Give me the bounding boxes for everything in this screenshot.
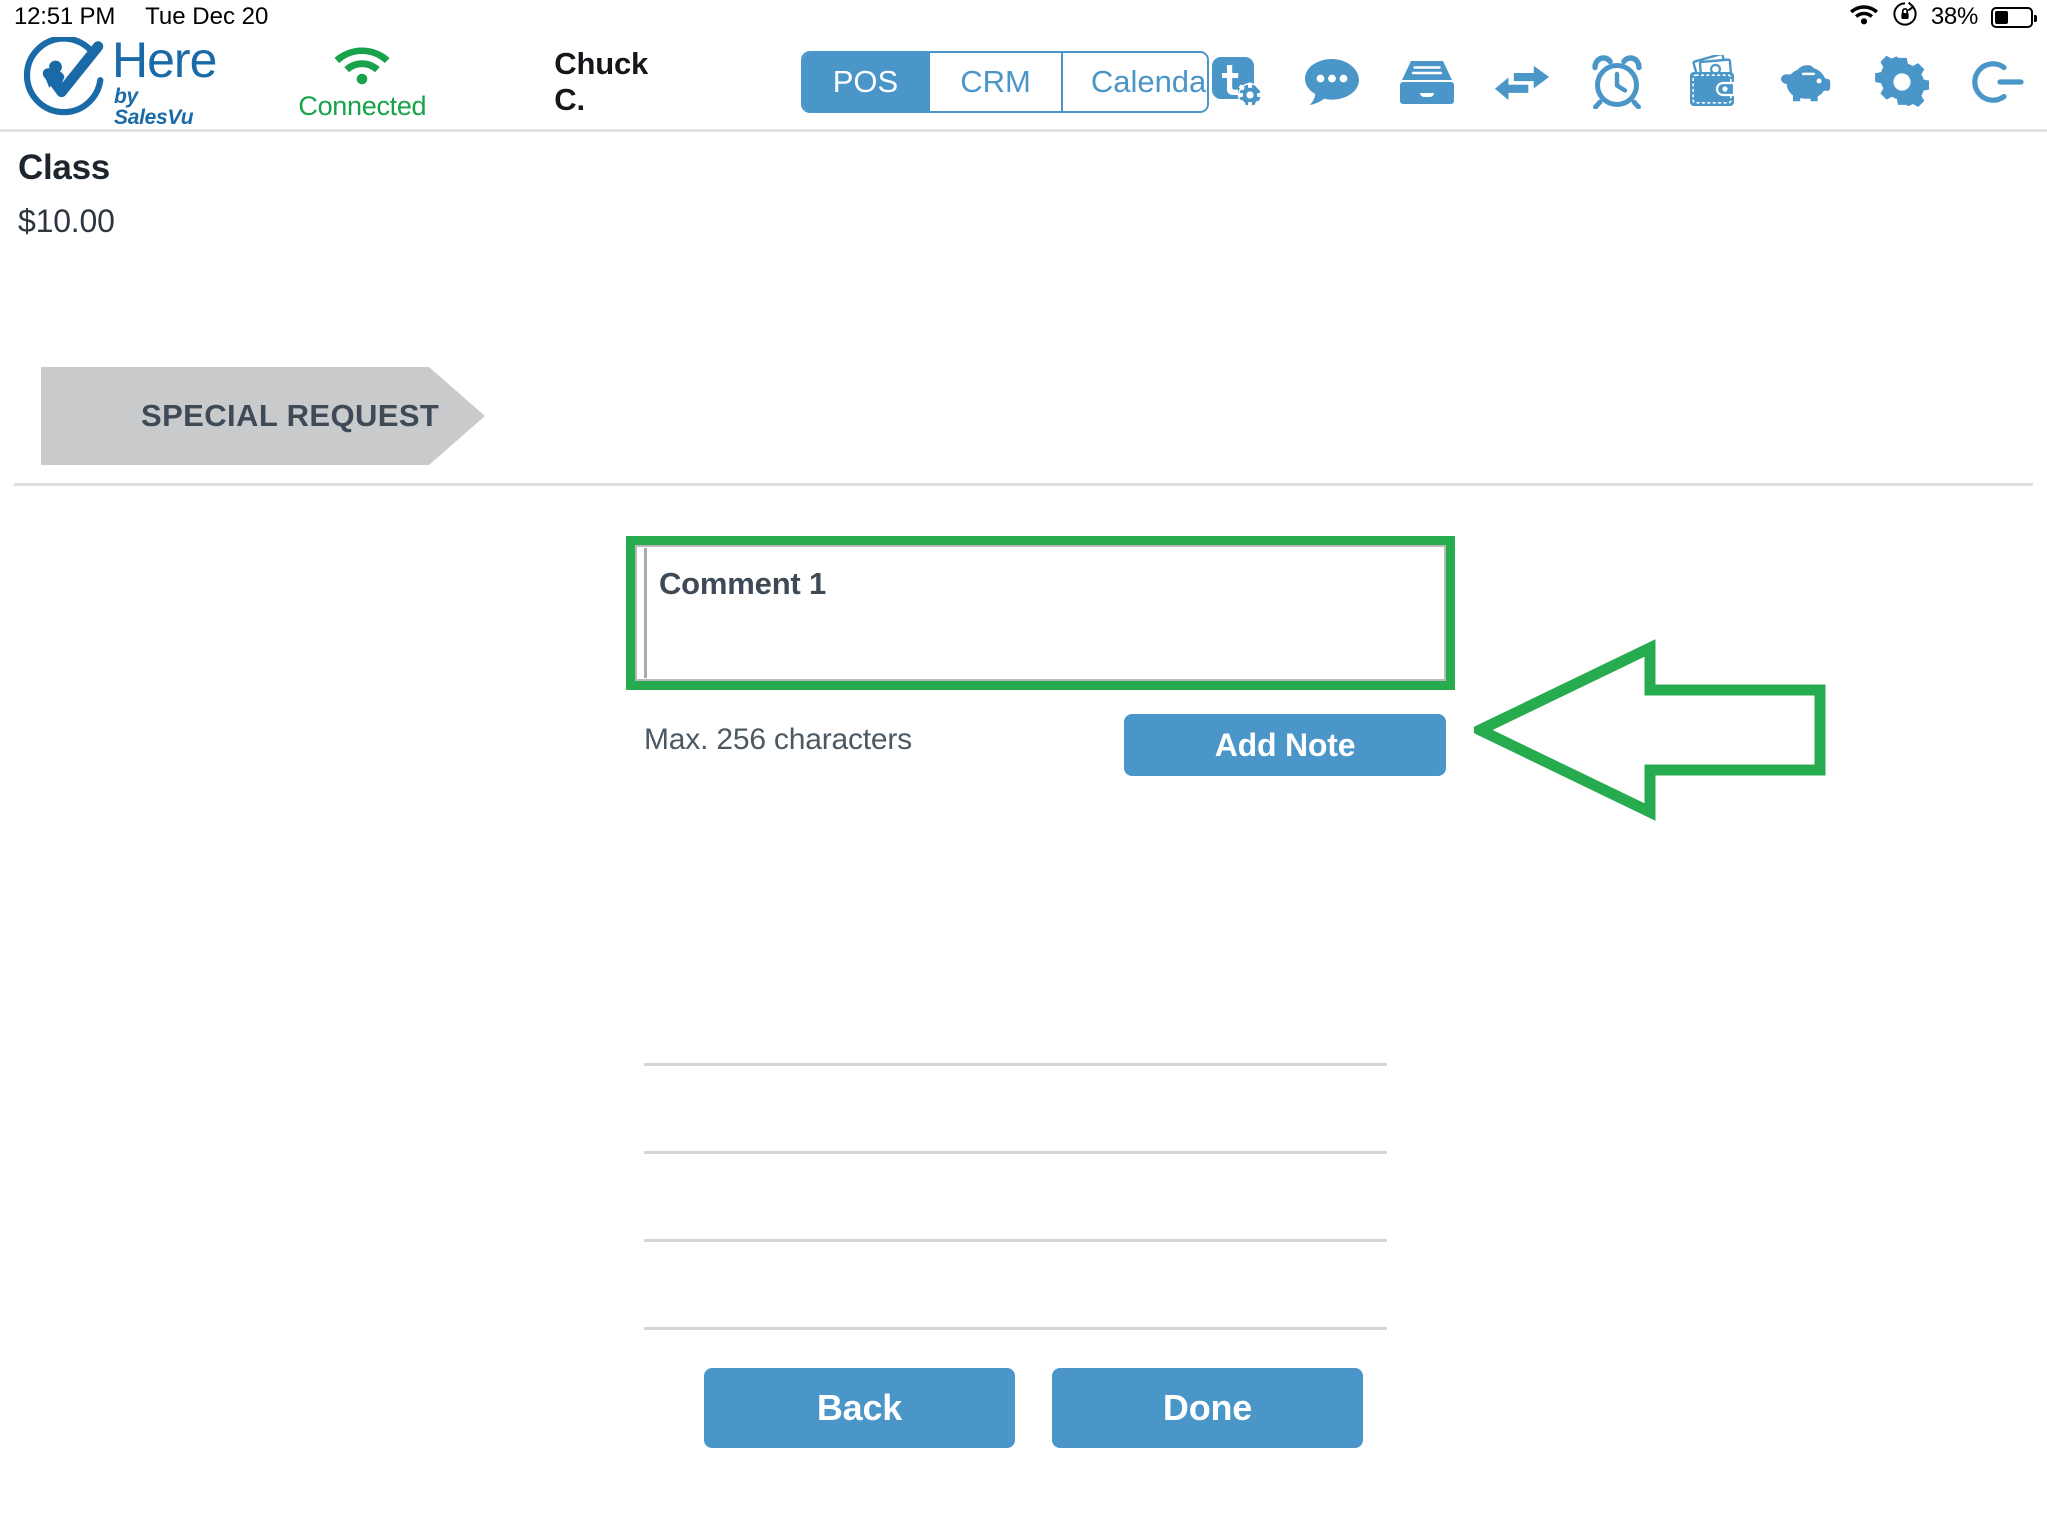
piggy-bank-icon[interactable] xyxy=(1779,54,1835,110)
annotation-arrow-icon xyxy=(1467,620,1826,840)
app-header: Here by SalesVu Connected Chuck C. POS C… xyxy=(0,34,2047,132)
connection-label: Connected xyxy=(298,91,427,121)
status-bar-indicators: 38% xyxy=(1849,1,2037,34)
notes-list xyxy=(644,978,1387,1330)
breadcrumb-special-request[interactable]: SPECIAL REQUEST xyxy=(41,367,485,465)
max-characters-hint: Max. 256 characters xyxy=(644,723,912,756)
mode-segmented-control: POS CRM Calendar xyxy=(800,50,1209,113)
tab-crm[interactable]: CRM xyxy=(930,52,1063,111)
alarm-clock-icon[interactable] xyxy=(1589,54,1645,110)
here-salesvu-logo-icon xyxy=(22,35,106,126)
page-title: Class xyxy=(18,148,110,187)
tab-calendar[interactable]: Calendar xyxy=(1062,52,1207,111)
wifi-icon xyxy=(1849,2,1879,32)
add-note-button[interactable]: Add Note xyxy=(1124,714,1446,776)
section-divider xyxy=(14,483,2033,486)
list-item[interactable] xyxy=(644,978,1387,1066)
item-price: $10.00 xyxy=(18,203,115,239)
transfer-arrows-icon[interactable] xyxy=(1494,54,1550,110)
tab-pos[interactable]: POS xyxy=(802,52,931,111)
logo-tagline: by SalesVu xyxy=(114,85,194,129)
header-toolbar xyxy=(1209,54,2025,110)
app-logo[interactable]: Here by SalesVu xyxy=(22,32,217,129)
gear-settings-icon[interactable] xyxy=(1874,54,1930,110)
breadcrumb-label: SPECIAL REQUEST xyxy=(141,398,440,433)
logout-icon[interactable] xyxy=(1969,54,2025,110)
note-textarea[interactable] xyxy=(635,545,1446,681)
chat-bubble-icon[interactable] xyxy=(1304,54,1360,110)
rotation-lock-icon xyxy=(1892,1,1918,34)
wifi-connected-icon xyxy=(330,41,394,90)
ticket-settings-icon[interactable] xyxy=(1209,54,1265,110)
connection-status: Connected xyxy=(298,41,427,122)
list-item[interactable] xyxy=(644,1242,1387,1330)
status-bar-date: Tue Dec 20 xyxy=(145,3,269,30)
battery-percent: 38% xyxy=(1930,3,1978,30)
list-item[interactable] xyxy=(644,1154,1387,1242)
wallet-cash-icon[interactable] xyxy=(1684,54,1740,110)
user-name[interactable]: Chuck C. xyxy=(554,46,675,118)
battery-icon xyxy=(1991,6,2037,28)
file-drawer-icon[interactable] xyxy=(1399,54,1455,110)
list-item[interactable] xyxy=(644,1066,1387,1154)
status-bar: 12:51 PM Tue Dec 20 38% xyxy=(0,0,2047,34)
logo-wordmark: Here xyxy=(112,32,217,88)
done-button[interactable]: Done xyxy=(1052,1368,1363,1448)
back-button[interactable]: Back xyxy=(704,1368,1015,1448)
note-input-highlight xyxy=(626,536,1455,690)
text-caret xyxy=(644,548,647,678)
status-bar-time: 12:51 PM xyxy=(14,3,116,30)
